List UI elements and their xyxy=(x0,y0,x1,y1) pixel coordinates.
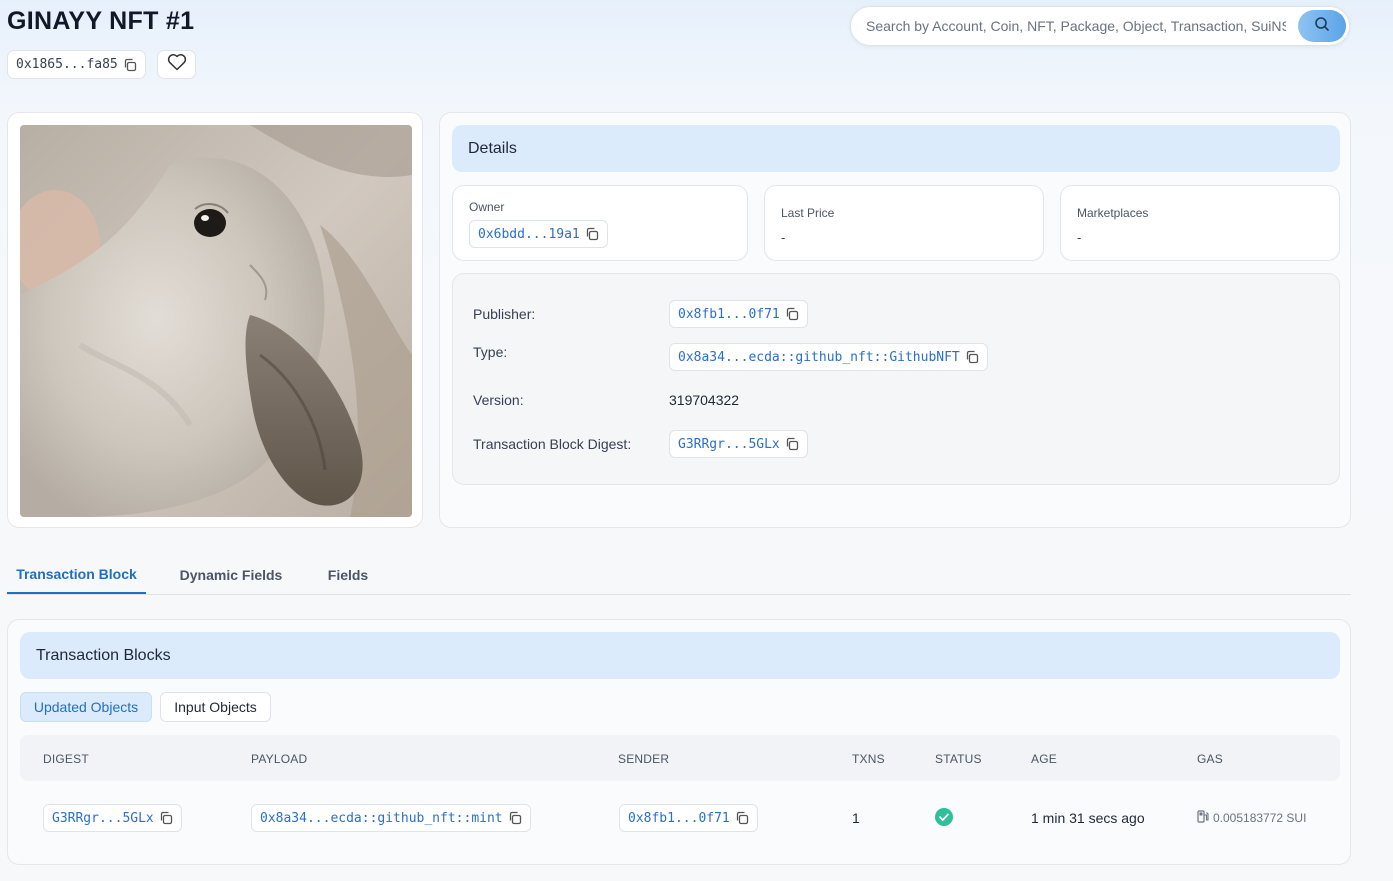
search-input[interactable] xyxy=(866,18,1286,34)
copy-icon[interactable] xyxy=(508,811,522,825)
type-label: Type: xyxy=(473,344,508,360)
tab-transaction-block[interactable]: Transaction Block xyxy=(7,556,146,594)
column-age: AGE xyxy=(1031,752,1057,766)
copy-icon[interactable] xyxy=(785,437,799,451)
last-price-value: - xyxy=(781,230,786,245)
table-header: DIGEST PAYLOAD SENDER TXNS STATUS AGE GA… xyxy=(20,735,1340,781)
owner-address-chip[interactable]: 0x6bdd...19a1 xyxy=(469,220,608,248)
copy-icon[interactable] xyxy=(785,307,799,321)
tab-dynamic-fields[interactable]: Dynamic Fields xyxy=(169,556,293,594)
column-sender: SENDER xyxy=(618,752,670,766)
publisher-label: Publisher: xyxy=(473,306,536,322)
search-bar[interactable] xyxy=(850,6,1350,46)
row-digest-chip[interactable]: G3RRgr...5GLx xyxy=(43,804,182,832)
column-txns: TXNS xyxy=(852,752,885,766)
object-id[interactable]: 0x1865...fa85 xyxy=(16,57,118,72)
publisher-address-chip[interactable]: 0x8fb1...0f71 xyxy=(669,300,808,328)
copy-icon[interactable] xyxy=(735,811,749,825)
transaction-blocks-header: Transaction Blocks xyxy=(20,632,1340,679)
filter-updated-objects[interactable]: Updated Objects xyxy=(20,692,152,722)
object-tabs: Transaction Block Dynamic Fields Fields xyxy=(7,556,1351,595)
copy-icon[interactable] xyxy=(585,227,599,241)
details-card: Details Owner 0x6bdd...19a1 Last Price -… xyxy=(439,112,1351,528)
copy-icon[interactable] xyxy=(123,58,137,72)
details-header: Details xyxy=(452,125,1340,172)
column-status: STATUS xyxy=(935,752,982,766)
column-payload: PAYLOAD xyxy=(251,752,308,766)
last-price-card: Last Price - xyxy=(764,185,1044,261)
copy-icon[interactable] xyxy=(159,811,173,825)
row-payload[interactable]: 0x8a34...ecda::github_nft::mint xyxy=(260,811,503,826)
object-info-box: Publisher: 0x8fb1...0f71 Type: 0x8a34...… xyxy=(452,273,1340,485)
row-digest[interactable]: G3RRgr...5GLx xyxy=(52,811,154,826)
type-chip[interactable]: 0x8a34...ecda::github_nft::GithubNFT xyxy=(669,343,988,371)
column-gas: GAS xyxy=(1197,752,1223,766)
last-price-label: Last Price xyxy=(781,206,835,220)
owner-label: Owner xyxy=(469,200,505,214)
row-sender[interactable]: 0x8fb1...0f71 xyxy=(628,811,730,826)
table-row: G3RRgr...5GLx 0x8a34...ecda::github_nft:… xyxy=(20,790,1340,846)
row-payload-chip[interactable]: 0x8a34...ecda::github_nft::mint xyxy=(251,804,531,832)
digest-label: Transaction Block Digest: xyxy=(473,436,632,452)
page-title: GINAYY NFT #1 xyxy=(7,7,195,35)
tab-fields[interactable]: Fields xyxy=(317,556,379,594)
search-button[interactable] xyxy=(1298,10,1346,42)
transaction-blocks-card: Transaction Blocks Updated Objects Input… xyxy=(7,619,1351,865)
marketplaces-label: Marketplaces xyxy=(1077,206,1149,220)
object-id-chip[interactable]: 0x1865...fa85 xyxy=(7,50,146,79)
owner-card: Owner 0x6bdd...19a1 xyxy=(452,185,748,261)
digest-chip[interactable]: G3RRgr...5GLx xyxy=(669,430,808,458)
row-txns: 1 xyxy=(852,810,860,826)
check-circle-icon xyxy=(935,808,953,829)
row-sender-chip[interactable]: 0x8fb1...0f71 xyxy=(619,804,758,832)
search-icon xyxy=(1314,16,1330,37)
filter-input-objects[interactable]: Input Objects xyxy=(160,692,271,722)
favorite-button[interactable] xyxy=(157,50,196,79)
type-value[interactable]: 0x8a34...ecda::github_nft::GithubNFT xyxy=(678,350,960,365)
column-digest: DIGEST xyxy=(43,752,89,766)
row-gas-cell: 0.005183772 SUI xyxy=(1197,810,1306,826)
gas-pump-icon xyxy=(1197,810,1209,826)
marketplaces-value: - xyxy=(1077,230,1082,245)
publisher-address[interactable]: 0x8fb1...0f71 xyxy=(678,307,780,322)
nft-image-card xyxy=(7,112,423,528)
heart-icon xyxy=(167,53,187,76)
version-label: Version: xyxy=(473,392,524,408)
copy-icon[interactable] xyxy=(965,350,979,364)
digest-value[interactable]: G3RRgr...5GLx xyxy=(678,437,780,452)
owner-address[interactable]: 0x6bdd...19a1 xyxy=(478,227,580,242)
nft-image[interactable] xyxy=(20,125,412,517)
version-value: 319704322 xyxy=(669,392,740,408)
marketplaces-card: Marketplaces - xyxy=(1060,185,1340,261)
row-gas: 0.005183772 SUI xyxy=(1213,811,1307,825)
row-age: 1 min 31 secs ago xyxy=(1031,810,1145,826)
